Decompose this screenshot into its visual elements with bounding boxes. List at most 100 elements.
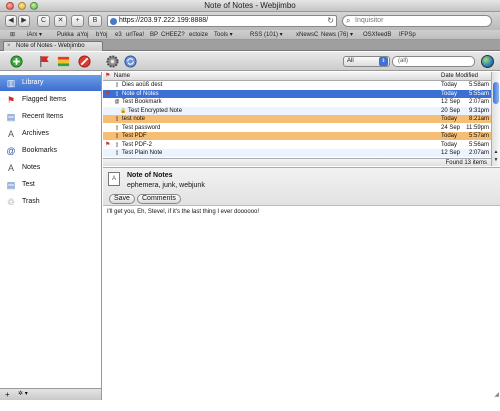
bookmark-item[interactable]: xNewsC — [296, 30, 318, 40]
found-count-bar: Found 13 items — [103, 158, 491, 166]
bookmark-item[interactable]: BP — [150, 30, 158, 40]
filter-select[interactable]: All ⇕ — [343, 56, 390, 67]
bookmark-item[interactable]: urlTea! — [126, 30, 144, 40]
scroll-down-icon[interactable]: ▼ — [492, 156, 500, 164]
scrollbar-thumb[interactable] — [493, 82, 499, 104]
select-arrows-icon: ⇕ — [379, 57, 388, 66]
sidebar-item-archives[interactable]: A Archives — [0, 126, 101, 142]
tab-bar: × Note of Notes - Webjimbo — [0, 40, 500, 51]
archives-icon: A — [7, 129, 14, 139]
row-flag-icon[interactable]: ⚑ — [105, 141, 110, 149]
filter-search-input[interactable]: (all) — [392, 56, 475, 67]
row-time: 5:55am — [468, 90, 489, 97]
row-time: 9:31pm — [468, 107, 489, 114]
table-row[interactable]: ⚑ ▯ Test PDF-2 Today 5:56am — [103, 141, 491, 149]
row-flag-icon[interactable]: ⚑ — [105, 90, 110, 98]
row-name: Test Bookmark — [122, 99, 162, 105]
sidebar-item-trash[interactable]: ♲ Trash — [0, 194, 101, 210]
list-header: ⚑ Name Date Modified — [103, 72, 491, 81]
label-color-icon[interactable] — [57, 55, 70, 68]
note-document-icon: A — [108, 172, 120, 186]
bookmark-item[interactable]: OSXfeedB — [363, 30, 391, 40]
site-icon — [110, 18, 117, 25]
flag-icon: ⚑ — [6, 95, 16, 105]
url-field[interactable]: https://203.97.222.199:8888/ ↻ — [107, 15, 337, 27]
back-button[interactable]: ◀ — [5, 15, 17, 27]
date-modified-column-header[interactable]: Date Modified — [441, 72, 478, 81]
sync-icon[interactable] — [124, 55, 137, 68]
table-row[interactable]: ▯ Test password 24 Sep 11:59pm — [103, 124, 491, 132]
row-name: Test PDF-2 — [122, 141, 153, 148]
scroll-up-icon[interactable]: ▲ — [492, 148, 500, 156]
stop-button[interactable]: ✕ — [54, 15, 67, 27]
item-list: ▯ Dies aoüß dest Today 5:58am ⚑ ▯ Note of Note… — [103, 81, 491, 158]
bookmark-item[interactable]: News (76) ▾ — [321, 30, 353, 40]
browser-toolbar: ◀ ▶ C ✕ + B https://203.97.222.199:8888/… — [0, 12, 500, 30]
sidebar-item-recent-items[interactable]: ▤ Recent Items — [0, 109, 101, 125]
table-row[interactable]: @ Test Bookmark 12 Sep 2:07am — [103, 98, 491, 106]
row-time: 5:58am — [468, 82, 489, 88]
row-date: Today — [441, 116, 458, 122]
reload-button[interactable]: C — [37, 15, 50, 27]
sidebar-item-library[interactable]: ▥ Library — [0, 75, 101, 91]
table-row[interactable]: ▯ Dies aoüß dest Today 5:58am — [103, 81, 491, 89]
bookmark-item[interactable]: ectoize — [189, 30, 208, 40]
library-icon: ▥ — [6, 78, 16, 88]
sidebar-item-bookmarks[interactable]: @ Bookmarks — [0, 143, 101, 159]
table-row[interactable]: 🔒 Test Encrypted Note 20 Sep 9:31pm — [103, 106, 491, 115]
note-body-editor[interactable]: I'll get you, Eh, Steve!, if it's the la… — [103, 205, 500, 400]
row-date: Today — [441, 82, 458, 88]
tab-close-icon[interactable]: × — [7, 42, 11, 51]
browser-search-field[interactable]: ⌕ Inquisitor — [342, 15, 492, 27]
forward-button[interactable]: ▶ — [18, 15, 30, 27]
bookmark-item[interactable]: Tools ▾ — [214, 30, 233, 40]
globe-icon[interactable] — [481, 55, 494, 68]
row-name: Test Plain Note — [122, 150, 163, 156]
document-icon: ▯ — [115, 82, 119, 88]
row-date: Today — [441, 133, 458, 139]
sidebar-item-flagged-items[interactable]: ⚑ Flagged Items — [0, 92, 101, 108]
name-column-header[interactable]: Name — [114, 72, 130, 81]
save-button[interactable]: Save — [109, 194, 135, 204]
bookmark-item[interactable]: CHEEZ? — [161, 30, 185, 40]
bookmark-item[interactable]: iArx ▾ — [27, 30, 42, 40]
row-name: test note — [122, 116, 146, 122]
table-row[interactable]: ▯ test note Today 8:21am — [103, 115, 491, 123]
bookmark-item[interactable]: bYoj — [96, 30, 107, 40]
sidebar-add-button[interactable]: + — [5, 389, 10, 400]
bookmark-item[interactable]: e3 — [115, 30, 122, 40]
table-row[interactable]: ⚑ ▯ Note of Notes Today 5:55am — [103, 89, 491, 98]
row-time: 8:21am — [468, 116, 489, 122]
note-tags[interactable]: ephemera, junk, webjunk — [127, 182, 205, 189]
row-time: 5:57am — [468, 133, 489, 139]
url-reload-icon[interactable]: ↻ — [327, 16, 334, 26]
list-scrollbar[interactable]: ▲ ▼ — [491, 72, 500, 166]
flag-column-header[interactable]: ⚑ — [105, 72, 110, 81]
window-title: Note of Notes - Webjimbo — [204, 1, 296, 10]
comments-button[interactable]: Comments — [137, 194, 181, 204]
bookmark-item[interactable]: Pukka — [57, 30, 74, 40]
add-bookmark-button[interactable]: + — [71, 15, 84, 27]
bookmarks-book-icon[interactable]: ⊞ — [10, 30, 15, 40]
sidebar-item-test[interactable]: ▤ Test — [0, 177, 101, 193]
recent-items-icon: ▤ — [6, 112, 16, 122]
table-row[interactable]: ▯ Test PDF Today 5:57am — [103, 132, 491, 140]
window-titlebar: Note of Notes - Webjimbo — [0, 0, 500, 12]
resize-grip-icon[interactable]: ◢ — [491, 391, 499, 399]
delete-item-icon[interactable] — [78, 55, 91, 68]
flag-item-icon[interactable] — [38, 55, 51, 68]
sidebar-item-notes[interactable]: A Notes — [0, 160, 101, 176]
pdf-icon: ▯ — [115, 133, 119, 139]
sidebar-item-label: Test — [22, 181, 35, 188]
tab-note-of-notes[interactable]: × Note of Notes - Webjimbo — [3, 41, 103, 51]
table-row[interactable]: ▯ Test Plain Note 12 Sep 2:07am — [103, 149, 491, 157]
bookmarks-button[interactable]: B — [88, 15, 102, 27]
bookmark-item[interactable]: aYoj — [77, 30, 88, 40]
row-date: 12 Sep — [441, 99, 461, 105]
sidebar-actions-button[interactable]: ✲ ▾ — [18, 389, 28, 400]
bookmark-item[interactable]: RSS (101) ▾ — [250, 30, 283, 40]
note-body-text: I'll get you, Eh, Steve!, if it's the la… — [107, 209, 260, 215]
bookmark-item[interactable]: IFPSp — [399, 30, 416, 40]
add-item-icon[interactable] — [10, 55, 23, 68]
settings-gear-icon[interactable] — [106, 55, 119, 68]
